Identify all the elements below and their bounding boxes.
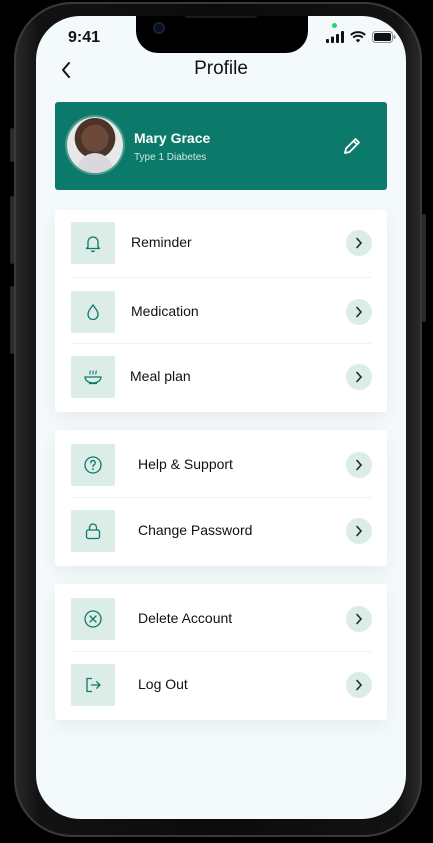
- logout-icon: [71, 664, 115, 706]
- volume-down-button: [10, 286, 14, 354]
- status-icons: [326, 30, 396, 44]
- avatar: [67, 117, 123, 173]
- menu-item-change-password[interactable]: Change Password: [55, 498, 387, 563]
- menu-item-meal-plan[interactable]: Meal plan: [55, 344, 387, 409]
- wifi-icon: [350, 31, 366, 43]
- speaker: [184, 16, 258, 18]
- notch: [136, 16, 308, 53]
- chevron-right-icon: [346, 452, 372, 478]
- volume-up-button: [10, 196, 14, 264]
- menu-item-label: Medication: [131, 303, 199, 319]
- chevron-right-icon: [346, 518, 372, 544]
- signal-icon: [326, 31, 344, 43]
- profile-condition: Type 1 Diabetes: [134, 152, 207, 163]
- avatar-body: [77, 153, 113, 173]
- battery-icon: [372, 31, 396, 43]
- menu-item-label: Reminder: [131, 234, 192, 250]
- front-camera: [153, 22, 165, 34]
- menu-item-reminder[interactable]: Reminder: [55, 210, 387, 275]
- chevron-right-icon: [346, 364, 372, 390]
- x-circle-icon: [71, 598, 115, 640]
- app-screen: 9:41 Profile Mary Grace Type 1 Diabetes …: [36, 16, 406, 819]
- privacy-indicator: [332, 23, 337, 28]
- chevron-right-icon: [346, 672, 372, 698]
- menu-item-label: Log Out: [138, 676, 188, 692]
- menu-item-label: Help & Support: [138, 456, 233, 472]
- bell-icon: [71, 222, 115, 264]
- menu-item-label: Change Password: [138, 522, 253, 538]
- power-button: [422, 214, 426, 322]
- status-time: 9:41: [68, 29, 101, 46]
- menu-item-label: Delete Account: [138, 610, 233, 626]
- menu-item-label: Meal plan: [130, 368, 191, 384]
- chevron-right-icon: [346, 299, 372, 325]
- pencil-icon: [344, 138, 360, 154]
- menu-group-account: Delete Account Log Out: [55, 584, 387, 720]
- edit-profile-button[interactable]: [341, 135, 363, 157]
- question-circle-icon: [71, 444, 115, 486]
- drop-icon: [71, 291, 115, 333]
- profile-name: Mary Grace: [134, 130, 211, 146]
- chevron-right-icon: [346, 606, 372, 632]
- lock-icon: [71, 510, 115, 552]
- divider: [71, 277, 371, 278]
- chevron-right-icon: [346, 230, 372, 256]
- menu-item-medication[interactable]: Medication: [55, 279, 387, 344]
- profile-card[interactable]: Mary Grace Type 1 Diabetes: [55, 102, 387, 190]
- menu-item-delete-account[interactable]: Delete Account: [55, 586, 387, 651]
- menu-group-preferences: Reminder Medication Meal plan: [55, 210, 387, 412]
- menu-item-help-support[interactable]: Help & Support: [55, 432, 387, 497]
- page-title: Profile: [194, 58, 248, 79]
- meal-icon: [71, 356, 115, 398]
- menu-group-support: Help & Support Change Password: [55, 430, 387, 566]
- mute-switch: [10, 128, 14, 162]
- menu-item-log-out[interactable]: Log Out: [55, 652, 387, 717]
